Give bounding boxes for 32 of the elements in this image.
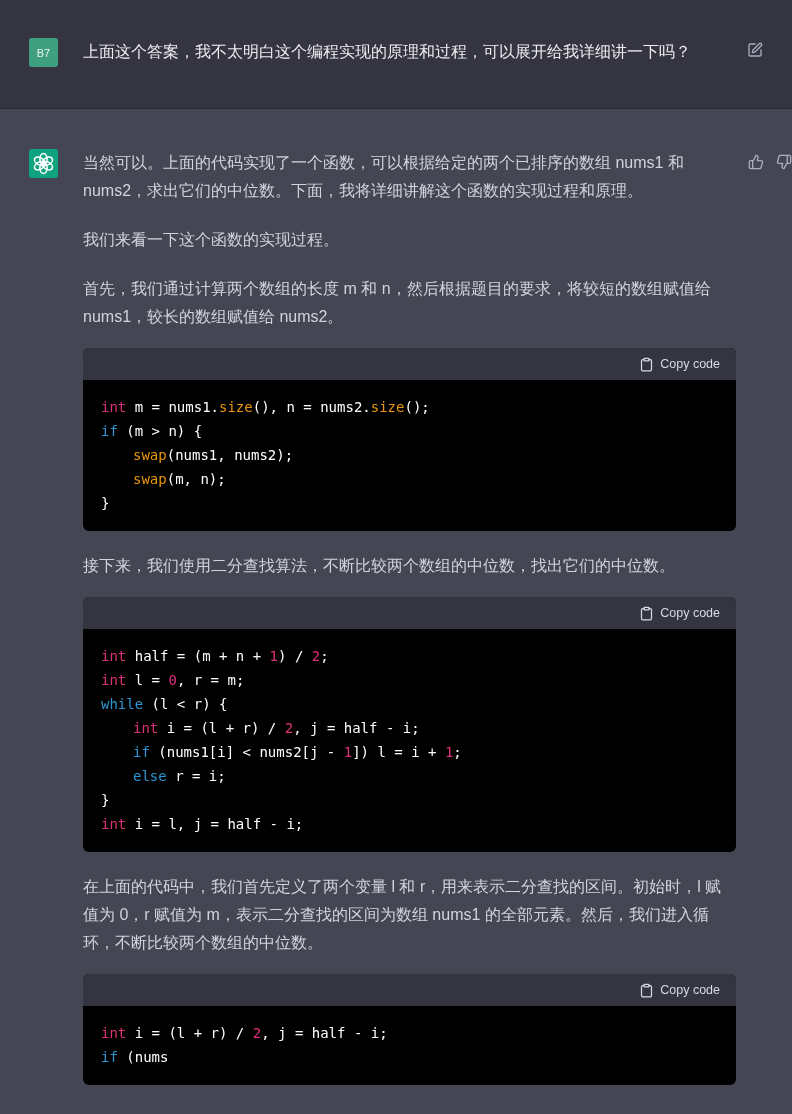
code-line: int i = l, j = half - i; bbox=[101, 815, 304, 834]
assistant-logo-icon bbox=[29, 149, 58, 178]
thumbs-down-icon[interactable] bbox=[776, 154, 792, 170]
code-line: } bbox=[101, 791, 110, 810]
code-line: if (m > n) { bbox=[101, 422, 203, 441]
answer-paragraph: 首先，我们通过计算两个数组的长度 m 和 n，然后根据题目的要求，将较短的数组赋值给 nums1，较长的数组赋值给 nums2。 bbox=[83, 279, 712, 327]
thumbs-up-icon[interactable] bbox=[748, 154, 764, 170]
clipboard-icon bbox=[639, 605, 655, 621]
code-line: swap(nums1, nums2); bbox=[132, 446, 294, 465]
code-line: if (nums bbox=[101, 1048, 169, 1067]
user-avatar: B7 bbox=[29, 38, 58, 67]
code-line: } bbox=[101, 494, 110, 513]
code-line: else r = i; bbox=[132, 767, 226, 786]
copy-code-button[interactable]: Copy code bbox=[639, 356, 720, 372]
clipboard-icon bbox=[639, 356, 655, 372]
clipboard-icon bbox=[639, 982, 655, 998]
code-line: int half = (m + n + 1) / 2; bbox=[101, 647, 329, 666]
edit-icon[interactable] bbox=[747, 42, 763, 58]
code-line: int l = 0, r = m; bbox=[101, 671, 245, 690]
code-line: int m = nums1.size(), n = nums2.size(); bbox=[101, 398, 430, 417]
code-line: if (nums1[i] < nums2[j - 1]) l = i + 1; bbox=[132, 743, 462, 762]
code-line: int i = (l + r) / 2, j = half - i; bbox=[101, 1024, 388, 1043]
user-message: 上面这个答案，我不太明白这个编程实现的原理和过程，可以展开给我详细讲一下吗？ bbox=[83, 42, 692, 62]
answer-paragraph: 在上面的代码中，我们首先定义了两个变量 l 和 r，用来表示二分查找的区间。初始时，l 赋值为 0，r 赋值为 m，表示二分查找的区间为数组 nums1 的全部元素。然后，我们进入循环，不断比较两个数组的中位数。 bbox=[83, 877, 723, 953]
copy-code-button[interactable]: Copy code bbox=[639, 605, 720, 621]
answer-paragraph: 当然可以。上面的代码实现了一个函数，可以根据给定的两个已排序的数组 nums1 和 nums2，求出它们的中位数。下面，我将详细讲解这个函数的实现过程和原理。 bbox=[83, 153, 685, 201]
code-line: while (l < r) { bbox=[101, 695, 228, 714]
code-line: int i = (l + r) / 2, j = half - i; bbox=[132, 719, 420, 738]
answer-paragraph: 我们来看一下这个函数的实现过程。 bbox=[83, 230, 340, 250]
copy-code-button[interactable]: Copy code bbox=[639, 982, 720, 998]
code-line: swap(m, n); bbox=[132, 470, 226, 489]
answer-paragraph: 接下来，我们使用二分查找算法，不断比较两个数组的中位数，找出它们的中位数。 bbox=[83, 556, 676, 576]
